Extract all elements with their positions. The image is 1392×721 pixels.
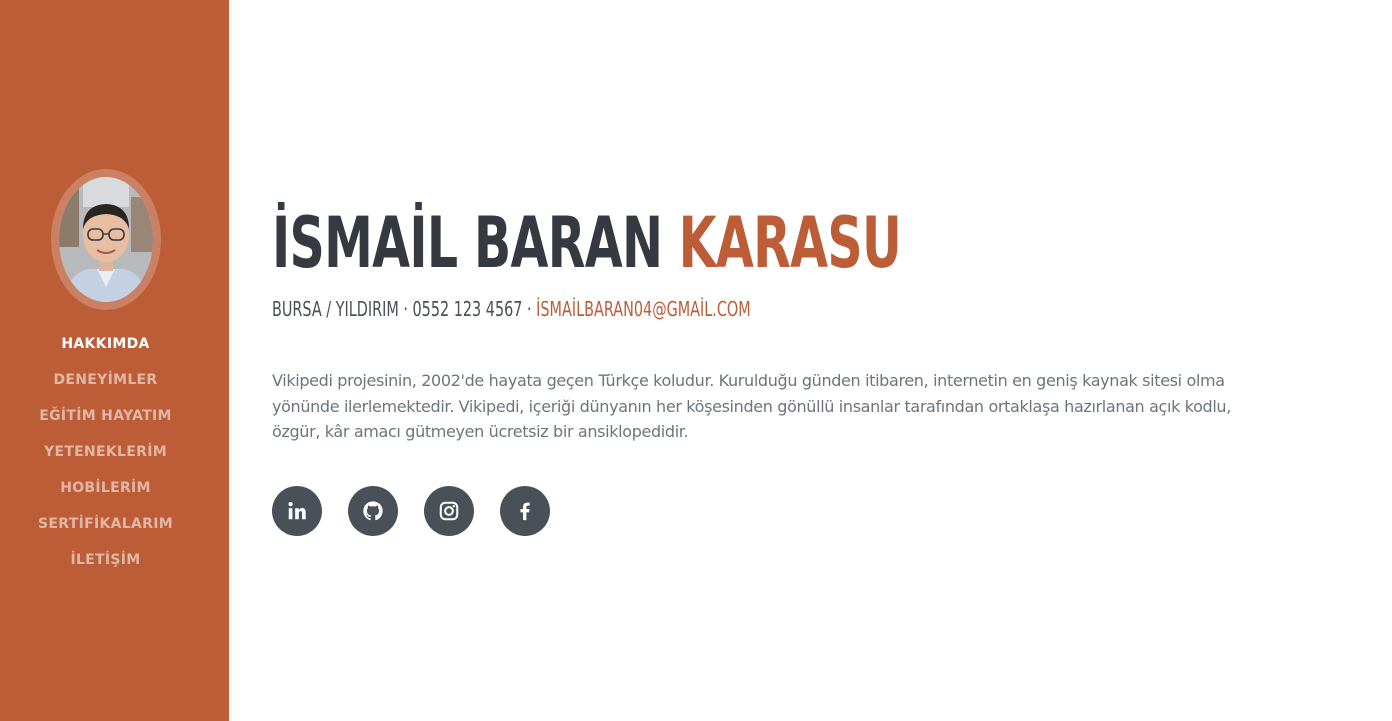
nav-link-iletisim[interactable]: İLETİŞİM: [70, 552, 140, 568]
first-name: İSMAİL BARAN: [272, 202, 663, 284]
location-phone: BURSA / YILDIRIM · 0552 123 4567 ·: [272, 297, 532, 321]
sidebar: HAKKIMDA DENEYİMLER EĞİTİM HAYATIM YETEN…: [0, 0, 229, 721]
github-icon: [363, 501, 383, 521]
sidebar-nav: HAKKIMDA DENEYİMLER EĞİTİM HAYATIM YETEN…: [0, 326, 211, 578]
linkedin-button[interactable]: [272, 486, 322, 536]
nav-link-hakkimda[interactable]: HAKKIMDA: [61, 336, 149, 352]
email-link[interactable]: İSMAİLBARAN04@GMAİL.COM: [536, 297, 751, 321]
facebook-button[interactable]: [500, 486, 550, 536]
nav-link-hobilerim[interactable]: HOBİLERİM: [60, 480, 151, 496]
nav-item-yeteneklerim[interactable]: YETENEKLERİM: [0, 434, 211, 470]
last-name: KARASU: [678, 202, 902, 284]
about-text: Vikipedi projesinin, 2002'de hayata geçe…: [272, 371, 1231, 441]
instagram-button[interactable]: [424, 486, 474, 536]
nav-item-egitim-hayatim[interactable]: EĞİTİM HAYATIM: [0, 398, 211, 434]
nav-link-deneyimler[interactable]: DENEYİMLER: [53, 372, 157, 388]
avatar-photo: [59, 177, 153, 302]
nav-link-yeteneklerim[interactable]: YETENEKLERİM: [44, 444, 167, 460]
nav-item-iletisim[interactable]: İLETİŞİM: [0, 542, 211, 578]
nav-item-sertifikalarim[interactable]: SERTİFİKALARIM: [0, 506, 211, 542]
instagram-icon: [439, 501, 459, 521]
github-button[interactable]: [348, 486, 398, 536]
page-title: İSMAİL BARAN KARASU: [272, 198, 902, 288]
nav-item-hobilerim[interactable]: HOBİLERİM: [0, 470, 211, 506]
avatar[interactable]: [51, 169, 161, 310]
nav-link-sertifikalarim[interactable]: SERTİFİKALARIM: [38, 516, 173, 532]
nav-item-hakkimda[interactable]: HAKKIMDA: [0, 326, 211, 362]
social-icons: [272, 486, 576, 536]
nav-item-deneyimler[interactable]: DENEYİMLER: [0, 362, 211, 398]
facebook-icon: [520, 502, 530, 521]
linkedin-icon: [288, 502, 306, 520]
contact-subheading: BURSA / YILDIRIM · 0552 123 4567 · İSMAİ…: [272, 297, 751, 321]
nav-link-egitim-hayatim[interactable]: EĞİTİM HAYATIM: [39, 408, 171, 424]
